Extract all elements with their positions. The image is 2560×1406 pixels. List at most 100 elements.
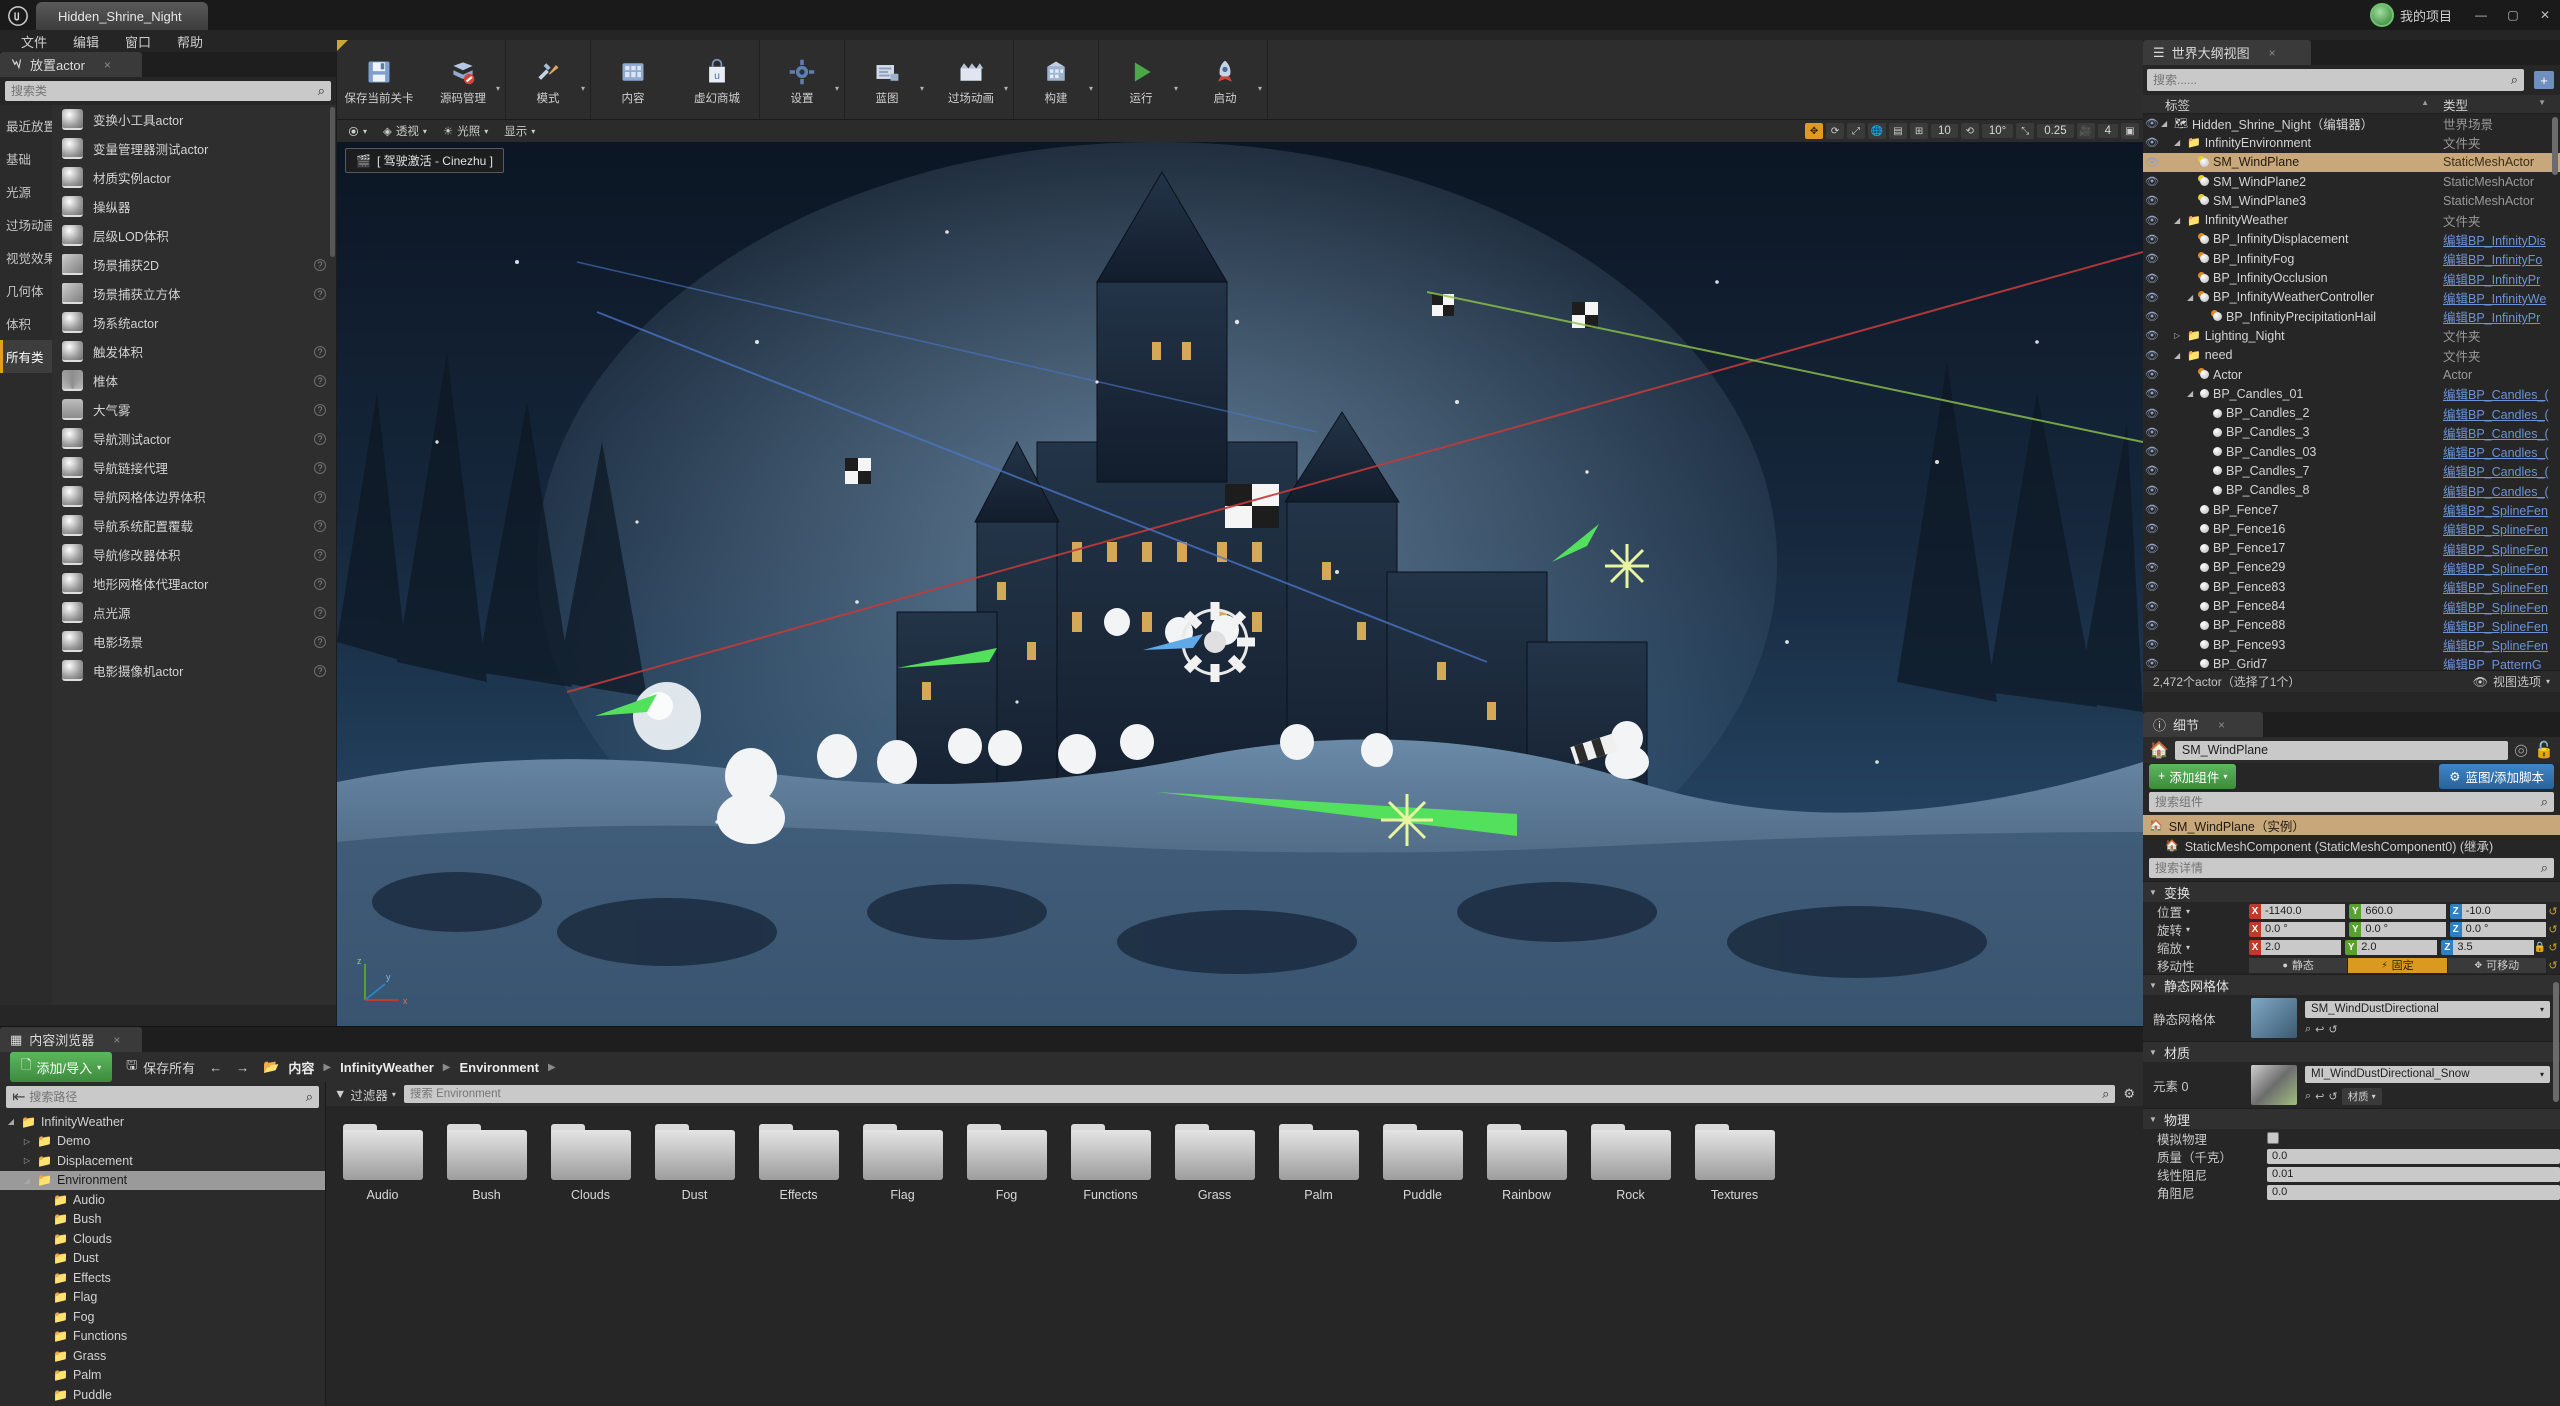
- details-search-input[interactable]: [2155, 861, 2535, 875]
- camera-speed-value[interactable]: 4: [2097, 124, 2118, 138]
- nav-forward-button[interactable]: →: [236, 1060, 249, 1075]
- rotation-x-value[interactable]: 0.0 °: [2261, 921, 2346, 937]
- outliner-row-type[interactable]: 编辑BP_SplineFen: [2443, 558, 2560, 577]
- place-actor-row[interactable]: 导航链接代理?: [52, 453, 336, 482]
- source-tree-row[interactable]: 📁 Dust: [0, 1249, 325, 1269]
- eye-icon[interactable]: 👁: [2143, 426, 2161, 439]
- path-search-input[interactable]: [29, 1090, 306, 1104]
- location-x[interactable]: X -1140.0: [2249, 903, 2346, 919]
- outliner-row[interactable]: 👁 SM_WindPlane2 StaticMeshActor: [2143, 172, 2560, 191]
- location-y[interactable]: Y 660.0: [2349, 903, 2446, 919]
- source-tree-row[interactable]: ◢ 📁 Environment: [0, 1170, 325, 1190]
- project-tab[interactable]: Hidden_Shrine_Night: [36, 2, 208, 30]
- asset-tile[interactable]: Rock: [1588, 1124, 1673, 1202]
- chevron-down-icon[interactable]: ◢: [6, 1117, 16, 1126]
- physics-row-value[interactable]: 0.0: [2267, 1148, 2560, 1164]
- path-search[interactable]: ⇤ ⌕: [6, 1086, 319, 1108]
- rotation-y[interactable]: Y 0.0 °: [2349, 921, 2446, 937]
- outliner-row-type[interactable]: 编辑BP_Candles_(: [2443, 481, 2560, 500]
- eye-icon[interactable]: 👁: [2143, 194, 2161, 207]
- eye-icon[interactable]: 👁: [2143, 407, 2161, 420]
- chevron-down-icon[interactable]: ▾: [1258, 84, 1262, 93]
- outliner-row-type[interactable]: 编辑BP_InfinityWe: [2443, 288, 2560, 307]
- scale-x-value[interactable]: 2.0: [2261, 939, 2342, 955]
- source-tree-row[interactable]: ▷ 📁 Demo: [0, 1132, 325, 1152]
- eye-icon[interactable]: 👁: [2143, 580, 2161, 593]
- outliner-row-type[interactable]: 编辑BP_SplineFen: [2443, 519, 2560, 538]
- save-all-button[interactable]: 🖫 保存所有: [126, 1056, 195, 1078]
- revert-icon[interactable]: ↺: [2546, 959, 2560, 972]
- eye-icon[interactable]: 👁: [2143, 291, 2161, 304]
- info-icon[interactable]: ?: [314, 403, 326, 416]
- reset-icon[interactable]: ↺: [2328, 1023, 2337, 1036]
- browse-icon[interactable]: ⌕: [2305, 1023, 2311, 1036]
- outliner-row-type[interactable]: 编辑BP_InfinityFo: [2443, 249, 2560, 268]
- asset-tile[interactable]: Dust: [652, 1124, 737, 1202]
- toolbar-button-play[interactable]: 运行 ▾: [1099, 40, 1183, 119]
- source-tree-row[interactable]: 📁 Bush: [0, 1210, 325, 1230]
- source-tree-row[interactable]: 📁 Grass: [0, 1346, 325, 1366]
- eye-icon[interactable]: 👁: [2143, 657, 2161, 670]
- physics-row-value[interactable]: 0.0: [2267, 1184, 2560, 1200]
- asset-tile[interactable]: Flag: [860, 1124, 945, 1202]
- toolbar-button-launch[interactable]: 启动 ▾: [1183, 40, 1267, 119]
- breadcrumb-item-2[interactable]: Environment: [459, 1060, 538, 1075]
- place-actor-row[interactable]: 触发体积?: [52, 337, 336, 366]
- scale-snap-value[interactable]: 0.25: [2037, 124, 2074, 138]
- place-actor-row[interactable]: 导航网格体边界体积?: [52, 482, 336, 511]
- location-x-value[interactable]: -1140.0: [2261, 903, 2346, 919]
- material-thumbnail[interactable]: [2251, 1065, 2297, 1105]
- component-search[interactable]: ⌕: [2149, 792, 2554, 812]
- outliner-row[interactable]: 👁 BP_Fence93 编辑BP_SplineFen: [2143, 635, 2560, 654]
- place-actor-row[interactable]: 导航测试actor?: [52, 424, 336, 453]
- use-selected-icon[interactable]: ↩: [2315, 1023, 2324, 1036]
- breadcrumb-item-0[interactable]: 内容: [288, 1058, 314, 1077]
- toolbar-button-cinematics[interactable]: 过场动画 ▾: [929, 40, 1013, 119]
- outliner-row[interactable]: 👁 BP_Fence84 编辑BP_SplineFen: [2143, 596, 2560, 615]
- asset-search-input[interactable]: [409, 1088, 2103, 1100]
- place-actor-row[interactable]: 导航系统配置覆载?: [52, 511, 336, 540]
- info-icon[interactable]: ?: [314, 548, 326, 561]
- eye-icon[interactable]: 👁: [2143, 561, 2161, 574]
- source-tree-row[interactable]: 📁 Fog: [0, 1307, 325, 1327]
- add-folder-button[interactable]: +: [2534, 71, 2554, 89]
- place-actor-row[interactable]: 操纵器: [52, 192, 336, 221]
- outliner-row[interactable]: 👁 ◢ BP_InfinityWeatherController 编辑BP_Infin…: [2143, 288, 2560, 307]
- component-search-input[interactable]: [2155, 795, 2541, 809]
- info-icon[interactable]: ?: [314, 345, 326, 358]
- location-z-value[interactable]: -10.0: [2461, 903, 2546, 919]
- place-actor-row[interactable]: 层级LOD体积: [52, 221, 336, 250]
- chevron-down-icon[interactable]: ▾: [835, 84, 839, 93]
- asset-search[interactable]: ⌕: [403, 1085, 2116, 1103]
- rotate-mode-icon[interactable]: ⟳: [1826, 123, 1845, 139]
- outliner-row-type[interactable]: 编辑BP_SplineFen: [2443, 500, 2560, 519]
- viewport-perspective-button[interactable]: ◈ 透视 ▾: [376, 122, 434, 140]
- outliner-row[interactable]: 👁 BP_Candles_3 编辑BP_Candles_(: [2143, 423, 2560, 442]
- outliner-search-input[interactable]: [2153, 73, 2511, 87]
- outliner-row[interactable]: 👁 BP_Candles_7 编辑BP_Candles_(: [2143, 461, 2560, 480]
- outliner-row-type[interactable]: 编辑BP_InfinityPr: [2443, 269, 2560, 288]
- asset-tile[interactable]: Audio: [340, 1124, 425, 1202]
- place-actor-row[interactable]: 场景捕获立方体?: [52, 279, 336, 308]
- material-combo[interactable]: MI_WindDustDirectional_Snow ▾: [2305, 1065, 2550, 1083]
- outliner-view-options-button[interactable]: 👁 视图选项 ▾: [2473, 673, 2550, 690]
- place-actor-row[interactable]: 点光源?: [52, 598, 336, 627]
- revert-icon[interactable]: ↺: [2546, 941, 2560, 954]
- minimize-button[interactable]: —: [2466, 0, 2496, 30]
- info-icon[interactable]: ?: [314, 519, 326, 532]
- surface-snap-icon[interactable]: ▤: [1889, 123, 1908, 139]
- place-actor-row[interactable]: 材质实例actor: [52, 163, 336, 192]
- eye-icon[interactable]: 👁: [2143, 600, 2161, 613]
- eye-icon[interactable]: 👁: [2143, 445, 2161, 458]
- eye-icon[interactable]: 👁: [2143, 329, 2161, 342]
- chevron-down-icon[interactable]: ▾: [920, 84, 924, 93]
- info-icon[interactable]: ?: [314, 287, 326, 300]
- reset-icon[interactable]: ↺: [2328, 1090, 2337, 1103]
- close-icon[interactable]: ×: [113, 1033, 120, 1047]
- details-scrollbar[interactable]: [2553, 982, 2559, 1102]
- outliner-col-label[interactable]: 标签 ▲: [2143, 95, 2443, 114]
- outliner-row-type[interactable]: 编辑BP_Candles_(: [2443, 404, 2560, 423]
- chevron-down-icon[interactable]: ▾: [1089, 84, 1093, 93]
- scale-lock-icon[interactable]: 🔒: [2534, 942, 2546, 953]
- close-button[interactable]: ✕: [2530, 0, 2560, 30]
